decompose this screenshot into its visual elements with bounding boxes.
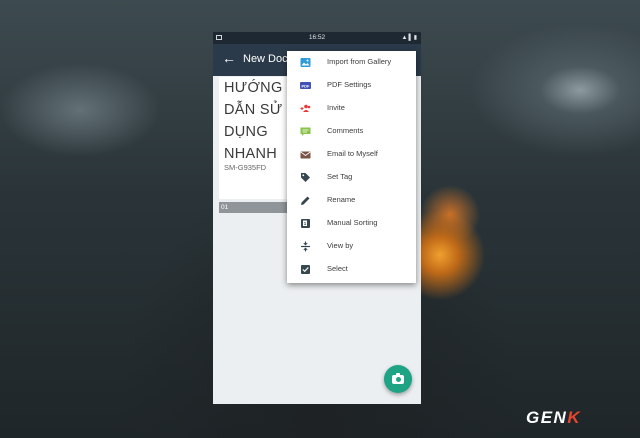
menu-item-select[interactable]: Select bbox=[287, 258, 416, 281]
preview-line: HƯỚNG bbox=[224, 80, 283, 96]
email-icon bbox=[300, 151, 311, 159]
view-by-icon bbox=[301, 241, 310, 252]
tag-icon bbox=[301, 173, 310, 182]
menu-item-import-from-gallery[interactable]: Import from Gallery bbox=[287, 51, 416, 74]
sort-icon: 1 bbox=[301, 219, 310, 228]
checkbox-icon bbox=[301, 265, 310, 274]
pencil-icon bbox=[301, 196, 310, 205]
menu-item-label: PDF Settings bbox=[327, 80, 372, 89]
menu-item-email-to-myself[interactable]: Email to Myself bbox=[287, 143, 416, 166]
menu-item-label: Manual Sorting bbox=[327, 218, 378, 227]
status-bar: 16:52 ▲▌▮ bbox=[213, 32, 421, 44]
menu-item-comments[interactable]: Comments bbox=[287, 120, 416, 143]
document-page-thumbnail[interactable]: HƯỚNG DẪN SỬ DỤNG NHANH SM-G935FD bbox=[219, 77, 293, 199]
menu-item-label: View by bbox=[327, 241, 354, 250]
menu-item-set-tag[interactable]: Set Tag bbox=[287, 166, 416, 189]
preview-line: DỤNG bbox=[224, 124, 268, 140]
arrow-left-icon[interactable]: ← bbox=[222, 50, 236, 66]
menu-item-invite[interactable]: Invite bbox=[287, 97, 416, 120]
menu-item-pdf-settings[interactable]: PDF PDF Settings bbox=[287, 74, 416, 97]
wifi-signal-battery-icon: ▲▌▮ bbox=[401, 35, 418, 41]
svg-text:PDF: PDF bbox=[302, 83, 311, 88]
gallery-icon bbox=[300, 58, 311, 67]
menu-item-label: Comments bbox=[327, 126, 364, 135]
page-number-bar: 01 bbox=[219, 202, 293, 213]
camera-button[interactable] bbox=[384, 365, 412, 393]
menu-item-rename[interactable]: Rename bbox=[287, 189, 416, 212]
preview-line: DẪN SỬ bbox=[224, 102, 283, 118]
invite-icon bbox=[300, 104, 311, 112]
menu-item-view-by[interactable]: View by bbox=[287, 235, 416, 258]
menu-item-label: Import from Gallery bbox=[327, 57, 392, 66]
pdf-icon: PDF bbox=[300, 82, 311, 89]
menu-item-label: Select bbox=[327, 264, 348, 273]
overflow-menu: Import from Gallery PDF PDF Settings Inv… bbox=[287, 51, 416, 283]
menu-item-label: Email to Myself bbox=[327, 149, 378, 158]
page-preview-text: HƯỚNG DẪN SỬ DỤNG NHANH SM-G935FD bbox=[224, 77, 283, 172]
menu-item-label: Set Tag bbox=[327, 172, 353, 181]
genk-watermark-logo: GENK bbox=[526, 408, 582, 427]
menu-item-label: Invite bbox=[327, 103, 345, 112]
menu-item-manual-sorting[interactable]: 1 Manual Sorting bbox=[287, 212, 416, 235]
status-time: 16:52 bbox=[308, 34, 326, 41]
preview-line: NHANH bbox=[224, 146, 278, 162]
camera-icon bbox=[392, 373, 404, 384]
comments-icon bbox=[300, 127, 311, 136]
menu-item-label: Rename bbox=[327, 195, 356, 204]
